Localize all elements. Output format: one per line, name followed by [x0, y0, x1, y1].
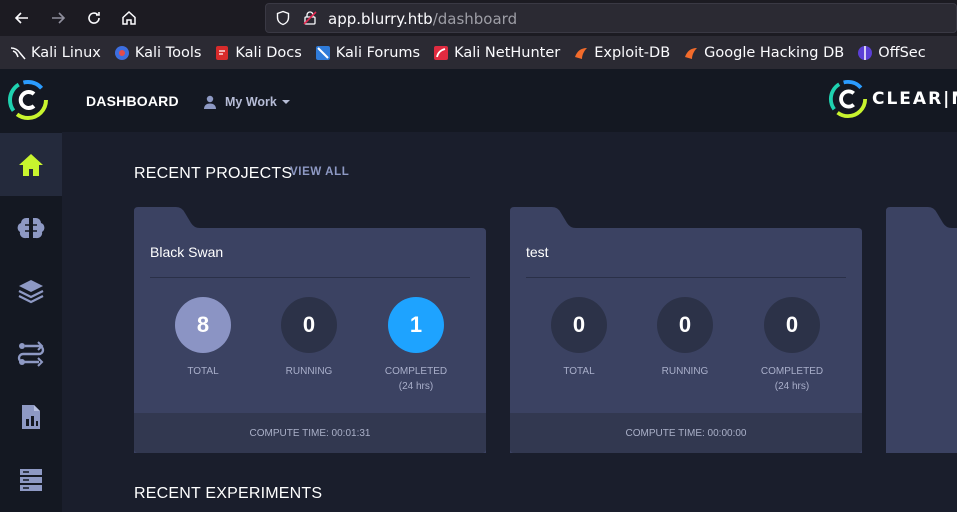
reload-button[interactable] [82, 6, 106, 30]
pipelines-icon [17, 340, 45, 367]
kali-docs-icon [216, 45, 229, 60]
url-text: app.blurry.htb/dashboard [328, 10, 517, 28]
stat-circle: 0 [281, 297, 337, 353]
clearml-brand: CLEAR|ML [828, 79, 957, 119]
stat-label: TOTAL [563, 366, 595, 377]
bookmark-offsec[interactable]: OffSec [857, 45, 926, 61]
my-work-dropdown[interactable]: My Work [202, 94, 291, 110]
caret-down-icon [281, 100, 290, 104]
shield-icon [276, 10, 290, 26]
stat-label-main: COMPLETED [384, 366, 448, 377]
view-all-link[interactable]: VIEW ALL [290, 166, 349, 178]
recent-projects-title: RECENT PROJECTS [134, 165, 293, 182]
exploit-db-icon [575, 47, 588, 59]
stat-label: TOTAL [187, 366, 219, 377]
browser-toolbar: app.blurry.htb/dashboard [0, 0, 957, 36]
stat-running: 0 RUNNING [645, 297, 725, 379]
sidebar-item-orchestration[interactable] [0, 448, 62, 511]
bookmark-label: OffSec [878, 44, 926, 61]
home-button[interactable] [117, 6, 141, 30]
app-root: DASHBOARD My Work CLEAR|ML RECENT PROJEC… [0, 69, 957, 512]
stat-running: 0 RUNNING [269, 297, 349, 379]
arrow-right-icon [52, 12, 66, 24]
sidebar-item-reports[interactable] [0, 385, 62, 448]
datasets-icon [20, 468, 42, 491]
page-title: DASHBOARD [86, 93, 179, 109]
brand-wordmark: CLEAR|ML [872, 89, 957, 109]
kali-dragon-icon [10, 46, 26, 59]
bookmark-label: Kali Forums [335, 44, 421, 61]
bookmark-kali-linux[interactable]: Kali Linux [10, 45, 101, 61]
stat-circle: 0 [764, 297, 820, 353]
sidebar [0, 69, 62, 512]
url-host: app.blurry.htb [328, 10, 433, 28]
stat-circle: 8 [175, 297, 231, 353]
home-icon [19, 153, 43, 176]
clearml-mark-icon [828, 79, 868, 119]
bookmark-kali-docs[interactable]: Kali Docs [214, 44, 302, 61]
stat-label-sub: (24 hrs) [774, 381, 810, 392]
sidebar-item-datasets[interactable] [0, 259, 62, 322]
stat-total: 8 TOTAL [163, 297, 243, 379]
insecure-lock-icon [303, 11, 317, 25]
arrow-left-icon [14, 12, 28, 24]
stat-circle: 1 [388, 297, 444, 353]
user-icon [204, 95, 216, 109]
url-bar[interactable]: app.blurry.htb/dashboard [265, 3, 957, 33]
stat-label: RUNNING [661, 366, 709, 377]
project-card-partial[interactable] [886, 207, 957, 453]
bookmark-kali-tools[interactable]: Kali Tools [114, 44, 202, 61]
compute-time: COMPUTE TIME: 00:00:00 [510, 413, 862, 453]
bookmark-label: Exploit-DB [594, 44, 671, 61]
bookmark-kali-nethunter[interactable]: Kali NetHunter [433, 45, 560, 61]
stat-completed: 0 COMPLETED (24 hrs) [752, 297, 832, 394]
nethunter-icon [434, 45, 449, 60]
sidebar-item-projects[interactable] [0, 196, 62, 259]
bookmark-label: Kali NetHunter [454, 44, 561, 61]
forward-button[interactable] [46, 6, 70, 30]
card-divider [526, 277, 846, 278]
stat-label-main: COMPLETED [760, 366, 824, 377]
stat-completed: 1 COMPLETED (24 hrs) [376, 297, 456, 394]
stat-circle: 0 [551, 297, 607, 353]
layers-icon [18, 279, 44, 303]
bookmarks-bar: Kali Linux Kali Tools Kali Docs Kali For… [0, 36, 957, 69]
offsec-icon [858, 45, 873, 60]
stat-circle: 0 [657, 297, 713, 353]
stat-label: COMPLETED (24 hrs) [752, 364, 832, 394]
url-path: /dashboard [432, 10, 518, 28]
reload-icon [88, 12, 100, 24]
home-outline-icon [122, 10, 136, 25]
stat-label: COMPLETED (24 hrs) [376, 364, 456, 394]
clearml-logo-icon[interactable] [7, 79, 49, 121]
back-button[interactable] [10, 6, 34, 30]
bookmark-google-hacking-db[interactable]: Google Hacking DB [683, 45, 844, 61]
bookmark-kali-forums[interactable]: Kali Forums [315, 45, 420, 61]
project-card[interactable]: test 0 TOTAL 0 RUNNING 0 COMPLETED (24 hr… [510, 207, 862, 453]
folder-card-shape [886, 207, 957, 453]
stat-total: 0 TOTAL [539, 297, 619, 379]
project-name: Black Swan [150, 244, 224, 260]
compute-time: COMPUTE TIME: 00:01:31 [134, 413, 486, 453]
card-divider [150, 277, 470, 278]
stat-label-sub: (24 hrs) [398, 381, 434, 392]
bookmark-label: Kali Tools [134, 44, 202, 61]
project-name: test [526, 244, 549, 260]
bookmark-label: Kali Docs [235, 44, 302, 61]
app-header: DASHBOARD My Work CLEAR|ML [62, 69, 957, 132]
reports-icon [22, 404, 40, 429]
brain-icon [17, 217, 45, 238]
bookmark-label: Kali Linux [31, 44, 101, 61]
ghdb-icon [685, 47, 698, 59]
my-work-label: My Work [225, 95, 277, 109]
kali-tools-icon [114, 45, 129, 60]
kali-forums-icon [315, 45, 330, 60]
sidebar-item-pipelines[interactable] [0, 322, 62, 385]
recent-experiments-title: RECENT EXPERIMENTS [134, 485, 323, 502]
stat-label: RUNNING [285, 366, 333, 377]
project-card[interactable]: Black Swan 8 TOTAL 0 RUNNING 1 COMPLETED… [134, 207, 486, 453]
sidebar-item-dashboard[interactable] [0, 133, 62, 196]
bookmark-label: Google Hacking DB [704, 44, 845, 61]
bookmark-exploit-db[interactable]: Exploit-DB [573, 45, 670, 61]
